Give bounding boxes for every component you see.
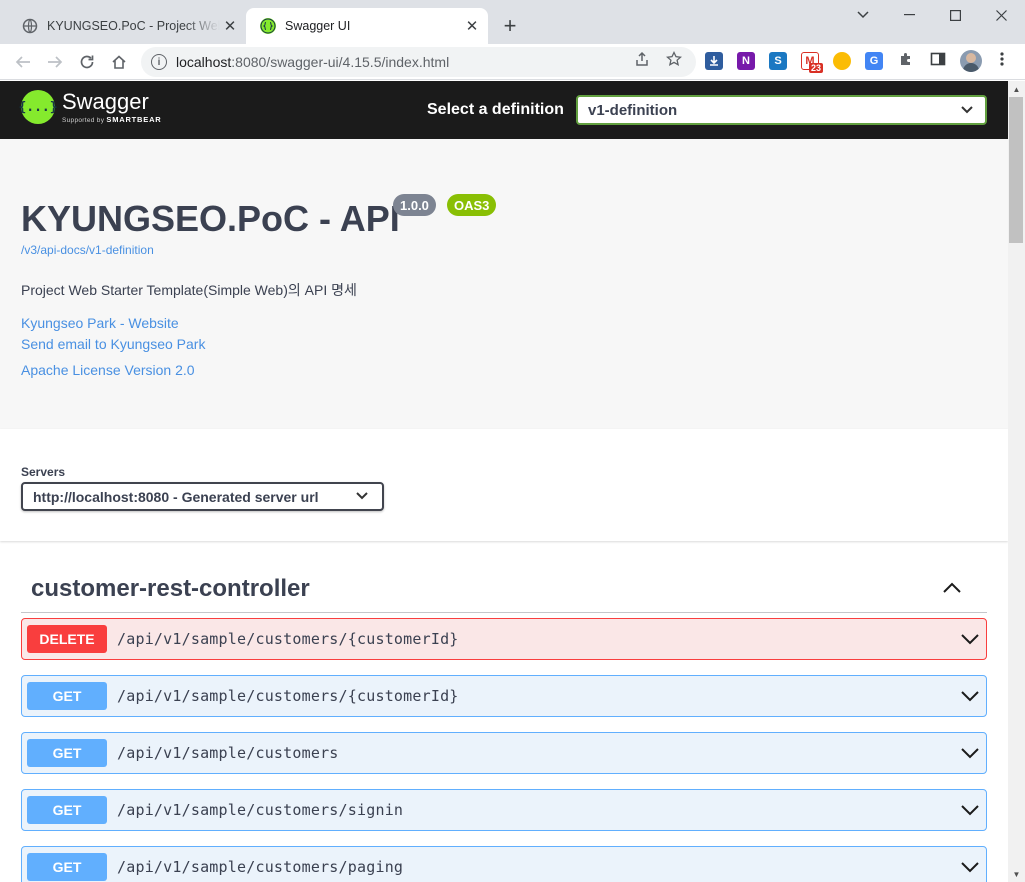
chevron-down-icon[interactable] — [960, 629, 980, 649]
address-bar[interactable]: i localhost:8080/swagger-ui/4.15.5/index… — [141, 47, 696, 77]
home-icon[interactable] — [105, 48, 133, 76]
swagger-logo[interactable]: {...} Swagger Supported by SMARTBEAR — [18, 88, 162, 124]
definition-label: Select a definition — [427, 101, 564, 118]
website-link[interactable]: Kyungseo Park - Website — [21, 315, 179, 331]
close-window-button[interactable] — [978, 0, 1024, 30]
tag-title: customer-rest-controller — [31, 575, 310, 602]
minimize-button[interactable] — [886, 0, 932, 30]
more-menu-icon[interactable] — [994, 51, 1010, 67]
chevron-down-icon — [356, 489, 368, 503]
operation-path: /api/v1/sample/customers — [117, 744, 339, 762]
swagger-logo-text: Swagger — [62, 88, 149, 114]
download-extension-icon[interactable] — [705, 52, 723, 70]
close-tab-icon[interactable]: ✕ — [220, 16, 240, 36]
vertical-scrollbar[interactable]: ▲ ▼ — [1008, 81, 1025, 882]
method-badge: GET — [27, 853, 107, 881]
chevron-down-icon[interactable] — [960, 800, 980, 820]
scroll-up-arrow-icon[interactable]: ▲ — [1008, 81, 1025, 97]
translate-extension-icon[interactable]: G — [865, 52, 883, 70]
reload-icon[interactable] — [73, 48, 101, 76]
operation-path: /api/v1/sample/customers/paging — [117, 858, 404, 876]
license-link[interactable]: Apache License Version 2.0 — [21, 362, 195, 378]
tab-kyungseo-poc[interactable]: KYUNGSEO.PoC - Project Web Starter ✕ — [8, 8, 246, 44]
tab-title: KYUNGSEO.PoC - Project Web Starter — [47, 19, 220, 33]
share-icon[interactable] — [634, 51, 650, 67]
chevron-up-icon[interactable] — [941, 577, 963, 599]
site-info-icon[interactable]: i — [151, 54, 167, 70]
tab-swagger-ui[interactable]: Swagger UI ✕ — [246, 8, 488, 44]
browser-toolbar: i localhost:8080/swagger-ui/4.15.5/index… — [0, 44, 1025, 80]
servers-label: Servers — [21, 465, 66, 479]
swagger-logo-icon: {...} — [18, 90, 58, 124]
chevron-down-icon[interactable] — [960, 857, 980, 877]
operation-delete-customer[interactable]: DELETE /api/v1/sample/customers/{custome… — [21, 618, 987, 660]
tab-strip: KYUNGSEO.PoC - Project Web Starter ✕ Swa… — [0, 0, 1025, 44]
page-viewport: {...} Swagger Supported by SMARTBEAR Sel… — [0, 81, 1008, 882]
method-badge: DELETE — [27, 625, 107, 653]
scroll-down-arrow-icon[interactable]: ▼ — [1008, 866, 1025, 882]
api-info-section: KYUNGSEO.PoC - API 1.0.0 OAS3 /v3/api-do… — [0, 139, 1008, 429]
servers-section: Servers http://localhost:8080 - Generate… — [0, 429, 1008, 541]
oas-badge: OAS3 — [447, 194, 497, 216]
gmail-badge: 23 — [809, 63, 824, 73]
chevron-down-icon — [961, 102, 973, 117]
close-tab-icon[interactable]: ✕ — [462, 16, 482, 36]
operation-get-customers[interactable]: GET /api/v1/sample/customers — [21, 732, 987, 774]
forward-arrow-icon[interactable] — [41, 48, 69, 76]
onenote-extension-icon[interactable]: N — [737, 52, 755, 70]
version-badge: 1.0.0 — [393, 194, 436, 216]
operation-path: /api/v1/sample/customers/{customerId} — [117, 630, 459, 648]
definition-select[interactable]: v1-definition — [576, 95, 987, 125]
spec-url-link[interactable]: /v3/api-docs/v1-definition — [21, 243, 154, 257]
api-description: Project Web Starter Template(Simple Web)… — [21, 282, 357, 298]
tag-header-customer-rest-controller[interactable]: customer-rest-controller — [21, 563, 987, 613]
swagger-favicon-icon — [260, 18, 276, 34]
tab-title: Swagger UI — [285, 19, 351, 33]
back-arrow-icon[interactable] — [9, 48, 37, 76]
chevron-down-icon[interactable] — [960, 686, 980, 706]
method-badge: GET — [27, 739, 107, 767]
url-text[interactable]: localhost:8080/swagger-ui/4.15.5/index.h… — [176, 54, 449, 70]
scrollbar-thumb[interactable] — [1009, 97, 1023, 243]
server-select[interactable]: http://localhost:8080 - Generated server… — [21, 482, 384, 511]
operation-get-paging[interactable]: GET /api/v1/sample/customers/paging — [21, 846, 987, 882]
method-badge: GET — [27, 682, 107, 710]
swagger-topbar: {...} Swagger Supported by SMARTBEAR Sel… — [0, 81, 1008, 139]
globe-icon — [22, 18, 38, 34]
operation-path: /api/v1/sample/customers/{customerId} — [117, 687, 459, 705]
api-title: KYUNGSEO.PoC - API — [21, 198, 400, 239]
chevron-down-icon[interactable] — [960, 743, 980, 763]
s-extension-icon[interactable]: S — [769, 52, 787, 70]
maximize-button[interactable] — [932, 0, 978, 30]
keep-extension-icon[interactable] — [833, 52, 851, 70]
extensions-puzzle-icon[interactable] — [898, 51, 914, 67]
method-badge: GET — [27, 796, 107, 824]
profile-avatar[interactable] — [960, 50, 982, 72]
new-tab-button[interactable]: + — [498, 13, 522, 38]
bookmark-star-icon[interactable] — [666, 51, 682, 67]
operation-get-signin[interactable]: GET /api/v1/sample/customers/signin — [21, 789, 987, 831]
side-panel-icon[interactable] — [930, 51, 946, 67]
email-link[interactable]: Send email to Kyungseo Park — [21, 336, 205, 352]
tab-search-icon[interactable] — [840, 0, 886, 30]
browser-window: KYUNGSEO.PoC - Project Web Starter ✕ Swa… — [0, 0, 1025, 882]
operation-get-customer[interactable]: GET /api/v1/sample/customers/{customerId… — [21, 675, 987, 717]
operation-path: /api/v1/sample/customers/signin — [117, 801, 404, 819]
